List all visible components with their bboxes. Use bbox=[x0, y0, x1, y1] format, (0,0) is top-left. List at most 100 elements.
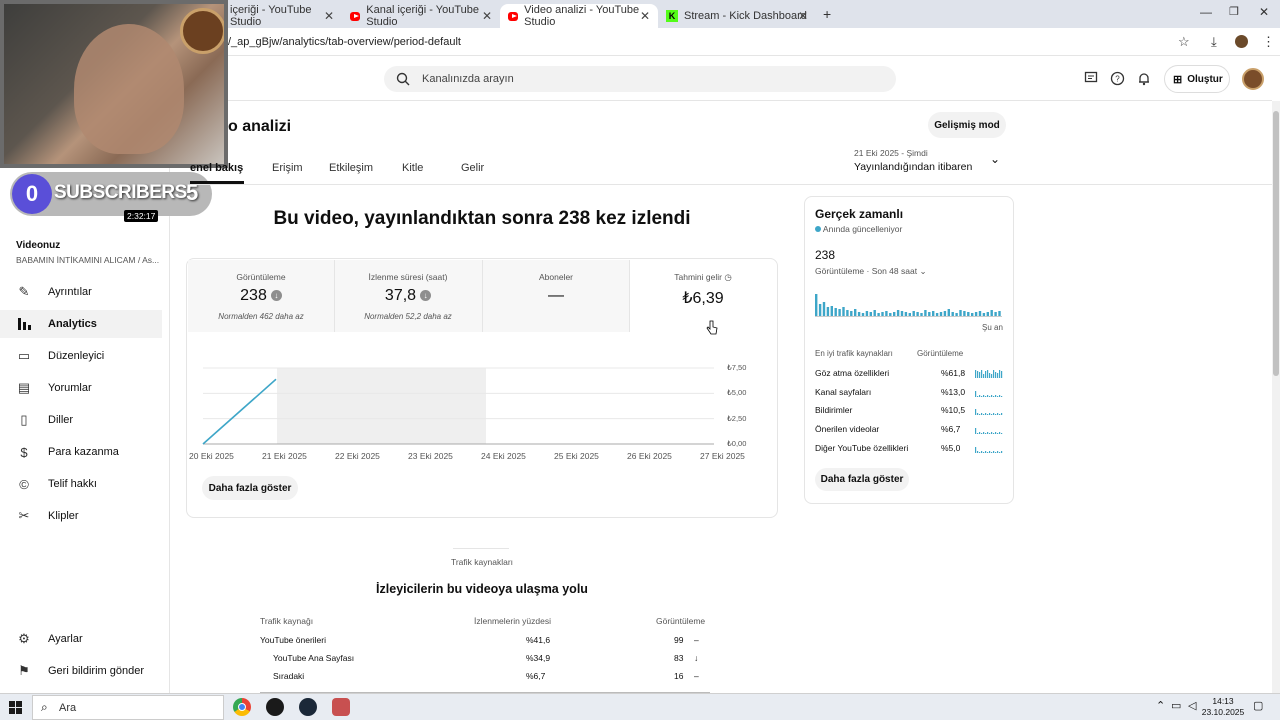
tab-overview[interactable]: enel bakış bbox=[190, 162, 243, 174]
tab-reach[interactable]: Erişim bbox=[272, 162, 303, 174]
sidebar-item-comments[interactable]: ▤ Yorumlar bbox=[0, 374, 162, 402]
tabs-divider bbox=[190, 184, 1272, 185]
chrome-icon[interactable] bbox=[233, 698, 251, 716]
date-range-selector[interactable]: 21 Eki 2025 - Şimdi Yayınlandığından iti… bbox=[854, 148, 1006, 176]
close-icon[interactable]: ✕ bbox=[482, 9, 492, 23]
channel-avatar[interactable] bbox=[1242, 68, 1264, 90]
sidebar-item-copyright[interactable]: © Telif hakkı bbox=[0, 470, 162, 498]
tab-revenue[interactable]: Gelir bbox=[461, 162, 484, 174]
traffic-table-row[interactable]: YouTube önerileri %41,6 99– bbox=[260, 635, 710, 651]
close-icon[interactable]: ✕ bbox=[324, 9, 334, 23]
col-views: Görüntüleme bbox=[656, 616, 706, 626]
create-video-icon: ⊞ bbox=[1173, 73, 1183, 86]
new-tab-icon[interactable]: + bbox=[823, 6, 831, 22]
sparkline bbox=[975, 390, 1003, 397]
comments-icon: ▤ bbox=[17, 380, 31, 395]
close-icon[interactable]: ✕ bbox=[640, 9, 650, 23]
messages-icon[interactable] bbox=[1084, 71, 1098, 85]
notifications-icon[interactable]: ▢ bbox=[1253, 699, 1263, 712]
close-icon[interactable]: ✕ bbox=[798, 9, 808, 23]
arrow-down-icon: ↓ bbox=[270, 290, 282, 302]
url-text[interactable]: /_ap_gBjw/analytics/tab-overview/period-… bbox=[228, 36, 461, 48]
metric-title: Görüntüleme bbox=[236, 272, 286, 282]
sources-header-right: Görüntüleme bbox=[917, 349, 964, 358]
your-video-label: Videonuz bbox=[16, 240, 61, 251]
y-tick-label: ₺2,50 bbox=[727, 413, 747, 423]
metric-subtitle: Normalden 52,2 daha az bbox=[364, 312, 452, 321]
volume-icon[interactable]: ◁ bbox=[1188, 699, 1196, 712]
menu-icon[interactable]: ⋮ bbox=[1262, 34, 1275, 50]
page-scrollbar[interactable] bbox=[1272, 101, 1280, 693]
download-icon[interactable]: ⤓ bbox=[1211, 34, 1217, 50]
show-more-button[interactable]: Daha fazla göster bbox=[202, 476, 298, 500]
sidebar-item-clips[interactable]: ✂ Klipler bbox=[0, 502, 162, 530]
window-close-icon[interactable]: ✕ bbox=[1259, 5, 1269, 19]
browser-tab[interactable]: içeriği - YouTube Studio ✕ bbox=[222, 4, 342, 28]
browser-tab[interactable]: Kanal içeriği - YouTube Studio ✕ bbox=[342, 4, 500, 28]
metric-title: İzlenme süresi (saat) bbox=[368, 272, 448, 282]
clock[interactable]: 14:13 23.10.2025 bbox=[1200, 696, 1246, 718]
traffic-tab-label[interactable]: Trafik kaynakları bbox=[186, 557, 778, 567]
minimize-icon[interactable]: — bbox=[1200, 5, 1212, 19]
tab-audience[interactable]: Kitle bbox=[402, 162, 423, 174]
browser-tab[interactable]: K Stream - Kick Dashboard ✕ bbox=[658, 4, 816, 28]
realtime-bar bbox=[978, 311, 982, 316]
sidebar-item-settings[interactable]: ⚙ Ayarlar bbox=[0, 625, 162, 653]
metric-views[interactable]: Görüntüleme 238 ↓ Normalden 462 daha az bbox=[188, 260, 334, 332]
realtime-bar bbox=[935, 313, 939, 316]
traffic-source-row[interactable]: Önerilen videolar %6,7 bbox=[815, 424, 1005, 440]
source-name: Göz atma özellikleri bbox=[815, 368, 890, 378]
subscriber-counter-overlay: 0 SUBSCRIBERS 5 2:32:17 bbox=[10, 172, 212, 222]
obs-icon[interactable] bbox=[266, 698, 284, 716]
tray-chevron-icon[interactable]: ⌃ bbox=[1156, 699, 1165, 712]
realtime-bar bbox=[955, 313, 958, 316]
advanced-mode-button[interactable]: Gelişmiş mod bbox=[928, 112, 1006, 138]
traffic-table-row[interactable]: YouTube Ana Sayfası %34,9 83 ↓ bbox=[260, 653, 710, 669]
sidebar-item-languages[interactable]: ▯ Diller bbox=[0, 406, 162, 434]
pencil-icon: ✎ bbox=[18, 284, 30, 299]
help-icon[interactable]: ? bbox=[1110, 71, 1125, 86]
create-button[interactable]: ⊞ Oluştur bbox=[1164, 65, 1230, 93]
clock-date: 23.10.2025 bbox=[1201, 707, 1245, 717]
metric-subscribers[interactable]: Aboneler — bbox=[483, 260, 629, 332]
realtime-show-more-button[interactable]: Daha fazla göster bbox=[815, 468, 909, 491]
metric-watch-time[interactable]: İzlenme süresi (saat) 37,8 ↓ Normalden 52… bbox=[335, 260, 481, 332]
traffic-table-row[interactable]: Sıradaki %6,7 16– bbox=[260, 671, 710, 687]
traffic-source-row[interactable]: Göz atma özellikleri %61,8 bbox=[815, 368, 1005, 384]
x-tick-label: 26 Eki 2025 bbox=[627, 451, 672, 461]
video-duration: 2:32:17 bbox=[124, 210, 159, 222]
y-tick-label: ₺0,00 bbox=[727, 439, 747, 448]
copyright-icon: © bbox=[19, 476, 29, 492]
star-icon[interactable]: ☆ bbox=[1178, 34, 1190, 50]
sidebar-item-monetization[interactable]: $ Para kazanma bbox=[0, 438, 162, 466]
x-tick-label: 21 Eki 2025 bbox=[262, 451, 307, 461]
game-app-icon[interactable] bbox=[332, 698, 350, 716]
windows-start-icon[interactable] bbox=[9, 701, 22, 714]
realtime-bar bbox=[924, 310, 927, 316]
sidebar-item-analytics[interactable]: Analytics bbox=[0, 310, 162, 338]
subscribers-label: SUBSCRIBERS bbox=[54, 182, 187, 203]
sidebar-item-details[interactable]: ✎ Ayrıntılar bbox=[0, 278, 162, 306]
realtime-period-selector[interactable]: Görüntüleme · Son 48 saat ⌄ bbox=[815, 266, 927, 277]
taskbar-search[interactable]: ⌕ Ara bbox=[32, 695, 224, 720]
profile-avatar[interactable] bbox=[1235, 35, 1248, 48]
traffic-source-row[interactable]: Bildirimler %10,5 bbox=[815, 405, 1005, 421]
realtime-bar bbox=[857, 312, 861, 316]
restore-icon[interactable]: ❐ bbox=[1229, 5, 1239, 18]
search-input[interactable]: Kanalınızda arayın bbox=[384, 66, 896, 92]
network-icon[interactable]: ▭ bbox=[1171, 699, 1181, 712]
metric-estimated-revenue[interactable]: Tahmini gelir ◷ ₺6,39 bbox=[630, 260, 776, 332]
steam-icon[interactable] bbox=[299, 698, 317, 716]
traffic-source-row[interactable]: Diğer YouTube özellikleri %5,0 bbox=[815, 443, 1005, 459]
tab-engagement[interactable]: Etkileşim bbox=[329, 162, 373, 174]
bell-icon[interactable] bbox=[1137, 71, 1151, 86]
browser-tab-active[interactable]: Video analizi - YouTube Studio ✕ bbox=[500, 4, 658, 28]
sidebar-item-editor[interactable]: ▭ Düzenleyici bbox=[0, 342, 162, 370]
sidebar-item-feedback[interactable]: ⚑ Geri bildirim gönder bbox=[0, 657, 162, 685]
source-pct: %5,0 bbox=[941, 442, 961, 453]
scrollbar-thumb[interactable] bbox=[1273, 111, 1279, 376]
traffic-source-row[interactable]: Kanal sayfaları %13,0 bbox=[815, 387, 1005, 403]
realtime-bar bbox=[822, 302, 826, 316]
sidebar-item-label: Ayarlar bbox=[48, 633, 83, 645]
tab-label: Stream - Kick Dashboard bbox=[684, 10, 807, 22]
